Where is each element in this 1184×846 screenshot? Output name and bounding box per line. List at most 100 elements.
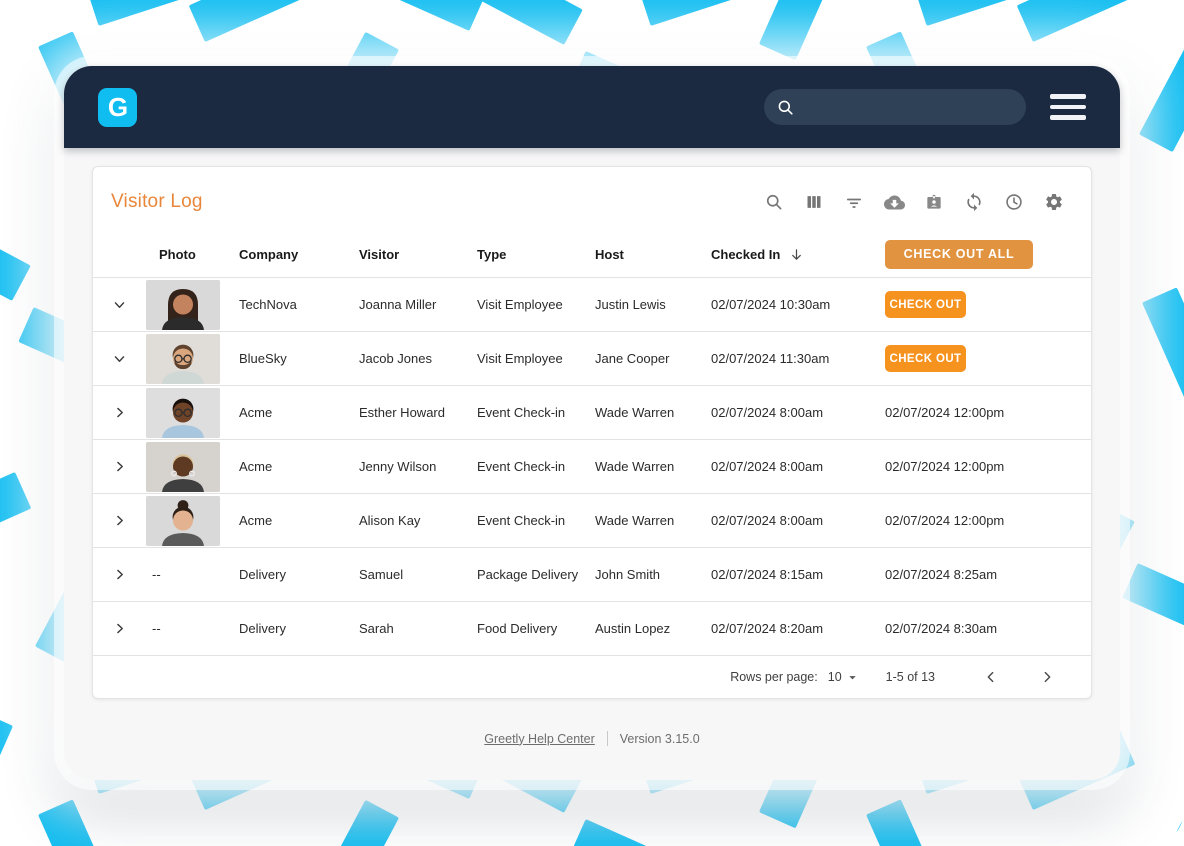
rows-per-page-label: Rows per page: [730, 670, 818, 684]
help-center-link[interactable]: Greetly Help Center [484, 732, 594, 746]
global-search[interactable] [764, 89, 1026, 125]
app-footer: Greetly Help Center Version 3.15.0 [64, 731, 1120, 746]
sort-button[interactable] [789, 247, 804, 262]
pagination-bar: Rows per page: 10 1-5 of 13 [93, 655, 1091, 698]
cloud-download-icon [884, 192, 905, 213]
arrow-down-icon [789, 247, 804, 262]
previous-page-button[interactable] [977, 665, 1005, 689]
expand-row-button[interactable] [109, 618, 130, 639]
type-cell: Event Check-in [477, 513, 595, 528]
check-out-all-button[interactable]: CHECK OUT ALL [885, 240, 1033, 269]
top-nav-bar: G [64, 66, 1120, 148]
chevron-down-icon [113, 352, 126, 365]
column-header-checked-in[interactable]: Checked In [711, 247, 885, 262]
type-cell: Event Check-in [477, 405, 595, 420]
logo-letter: G [108, 92, 127, 123]
toolbar-export-button[interactable] [879, 187, 909, 217]
host-cell: Austin Lopez [595, 621, 711, 636]
expand-row-button[interactable] [109, 564, 130, 585]
global-search-input[interactable] [803, 99, 1014, 115]
checked-in-cell: 02/07/2024 11:30am [711, 351, 885, 366]
expand-row-button[interactable] [109, 456, 130, 477]
checked-in-cell: 02/07/2024 10:30am [711, 297, 885, 312]
rows-per-page-select[interactable]: 10 [828, 670, 858, 684]
chevron-left-icon [983, 669, 999, 685]
toolbar-badge-button[interactable] [919, 187, 949, 217]
company-cell: Acme [239, 405, 359, 420]
host-cell: John Smith [595, 567, 711, 582]
toolbar-history-button[interactable] [999, 187, 1029, 217]
column-header-type[interactable]: Type [477, 247, 595, 262]
table-row: Acme Esther Howard Event Check-in Wade W… [93, 385, 1091, 439]
history-icon [1004, 192, 1024, 212]
no-photo-placeholder: -- [146, 567, 161, 582]
host-cell: Wade Warren [595, 459, 711, 474]
checked-in-cell: 02/07/2024 8:15am [711, 567, 885, 582]
greetly-logo[interactable]: G [98, 88, 137, 127]
visitor-photo-image [146, 334, 220, 384]
host-cell: Justin Lewis [595, 297, 711, 312]
next-page-button[interactable] [1033, 665, 1061, 689]
toolbar [759, 187, 1069, 217]
sync-icon [964, 192, 984, 212]
columns-icon [804, 192, 824, 212]
visitor-cell: Sarah [359, 621, 477, 636]
no-photo-placeholder: -- [146, 621, 161, 636]
action-cell: 02/07/2024 12:00pm [885, 459, 1091, 474]
expand-row-button[interactable] [109, 294, 130, 315]
host-cell: Wade Warren [595, 513, 711, 528]
toolbar-columns-button[interactable] [799, 187, 829, 217]
action-cell: CHECK OUT [885, 345, 1091, 372]
action-cell: 02/07/2024 8:25am [885, 567, 1091, 582]
checked-in-cell: 02/07/2024 8:00am [711, 405, 885, 420]
page: G Visitor Log [0, 0, 1184, 846]
action-column-header: CHECK OUT ALL [885, 240, 1091, 269]
expand-row-button[interactable] [109, 348, 130, 369]
type-cell: Food Delivery [477, 621, 595, 636]
type-cell: Package Delivery [477, 567, 595, 582]
chevron-right-icon [1039, 669, 1055, 685]
type-cell: Visit Employee [477, 297, 595, 312]
action-cell: 02/07/2024 12:00pm [885, 513, 1091, 528]
toolbar-sync-button[interactable] [959, 187, 989, 217]
toolbar-filter-button[interactable] [839, 187, 869, 217]
column-header-visitor[interactable]: Visitor [359, 247, 477, 262]
table-row: Acme Jenny Wilson Event Check-in Wade Wa… [93, 439, 1091, 493]
column-header-host[interactable]: Host [595, 247, 711, 262]
visitor-photo [146, 334, 239, 384]
check-out-button[interactable]: CHECK OUT [885, 345, 966, 372]
visitor-cell: Samuel [359, 567, 477, 582]
checked-out-cell: 02/07/2024 8:25am [885, 567, 997, 582]
column-header-photo[interactable]: Photo [146, 247, 239, 262]
action-cell: CHECK OUT [885, 291, 1091, 318]
company-cell: TechNova [239, 297, 359, 312]
table-header-row: Photo Company Visitor Type Host Checked … [93, 231, 1091, 277]
visitor-cell: Joanna Miller [359, 297, 477, 312]
company-cell: Delivery [239, 621, 359, 636]
check-out-button[interactable]: CHECK OUT [885, 291, 966, 318]
table-row: TechNova Joanna Miller Visit Employee Ju… [93, 277, 1091, 331]
expand-row-button[interactable] [109, 402, 130, 423]
chevron-right-icon [113, 460, 126, 473]
panel-header: Visitor Log [93, 167, 1091, 231]
checked-in-cell: 02/07/2024 8:20am [711, 621, 885, 636]
checked-out-cell: 02/07/2024 12:00pm [885, 459, 1004, 474]
expand-row-button[interactable] [109, 510, 130, 531]
visitor-photo-image [146, 388, 220, 438]
chevron-right-icon [113, 568, 126, 581]
visitor-cell: Jenny Wilson [359, 459, 477, 474]
footer-divider [607, 731, 608, 746]
column-header-company[interactable]: Company [239, 247, 359, 262]
chevron-right-icon [113, 514, 126, 527]
visitor-photo [146, 388, 239, 438]
table-row: -- Delivery Samuel Package Delivery John… [93, 547, 1091, 601]
company-cell: Delivery [239, 567, 359, 582]
visitor-photo-image [146, 442, 220, 492]
menu-icon[interactable] [1050, 90, 1086, 124]
toolbar-settings-button[interactable] [1039, 187, 1069, 217]
table-row: Acme Alison Kay Event Check-in Wade Warr… [93, 493, 1091, 547]
visitor-cell: Esther Howard [359, 405, 477, 420]
toolbar-search-button[interactable] [759, 187, 789, 217]
checked-in-cell: 02/07/2024 8:00am [711, 513, 885, 528]
chevron-right-icon [113, 406, 126, 419]
